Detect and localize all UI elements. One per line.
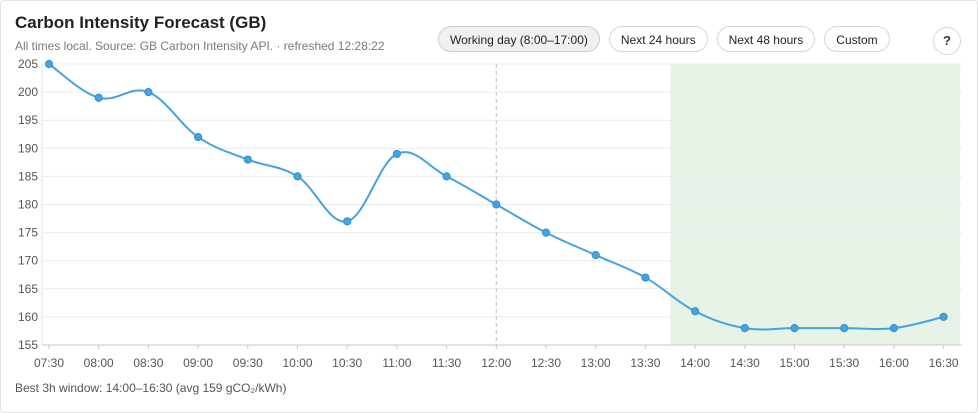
intensity-data-point [243,155,252,164]
y-tick-label: 170 [18,254,38,268]
intensity-data-point [541,228,551,237]
intensity-data-point [591,250,600,260]
intensity-data-point [343,217,352,226]
intensity-data-point [442,172,451,181]
intensity-data-point [790,324,799,333]
x-tick-label: 13:00 [581,356,611,370]
x-tick-label: 09:00 [183,356,213,370]
y-tick-label: 155 [18,338,38,352]
y-tick-label: 195 [18,113,38,127]
x-tick-label: 10:30 [332,356,362,370]
x-tick-label: 15:30 [829,356,859,370]
y-tick-label: 160 [18,310,38,324]
carbon-intensity-chart: 155 160 165 170 175 180 185 190 195 200 205 07:30 08… [18,57,962,370]
x-tick-label: 14:00 [680,356,710,370]
x-tick-label: 14:30 [730,356,760,370]
x-tick-label: 16:30 [929,356,959,370]
x-tick-label: 15:00 [779,356,809,370]
x-tick-label: 12:30 [531,356,561,370]
y-tick-label: 190 [18,141,38,155]
intensity-data-point [840,324,849,333]
y-tick-label: 165 [18,282,38,296]
x-tick-label: 10:00 [282,356,312,370]
intensity-data-point [194,132,203,142]
y-tick-label: 205 [18,57,38,71]
x-tick-label: 16:00 [879,356,909,370]
intensity-data-point [144,88,153,97]
best-window-summary: Best 3h window: 14:00–16:30 (avg 159 gCO… [15,381,287,395]
intensity-data-point [641,273,650,282]
x-tick-label: 11:30 [432,356,461,370]
y-tick-label: 180 [18,198,38,212]
y-tick-label: 185 [18,169,38,183]
intensity-data-point [691,307,700,316]
intensity-data-point [740,324,749,333]
intensity-data-point [44,59,54,69]
intensity-data-point [392,149,401,159]
intensity-data-point [492,200,501,209]
x-tick-label: 13:30 [630,356,660,370]
intensity-data-point [889,324,899,333]
intensity-data-point [939,312,948,321]
y-tick-label: 175 [18,226,38,240]
x-tick-label: 07:30 [34,356,64,370]
x-tick-label: 09:30 [233,356,263,370]
intensity-data-point [293,172,302,181]
x-tick-label: 08:00 [84,356,114,370]
x-tick-label: 08:30 [133,356,163,370]
x-tick-label: 12:00 [481,356,511,370]
intensity-data-point [94,93,103,102]
y-tick-label: 200 [18,85,38,99]
x-tick-label: 11:00 [382,356,411,370]
